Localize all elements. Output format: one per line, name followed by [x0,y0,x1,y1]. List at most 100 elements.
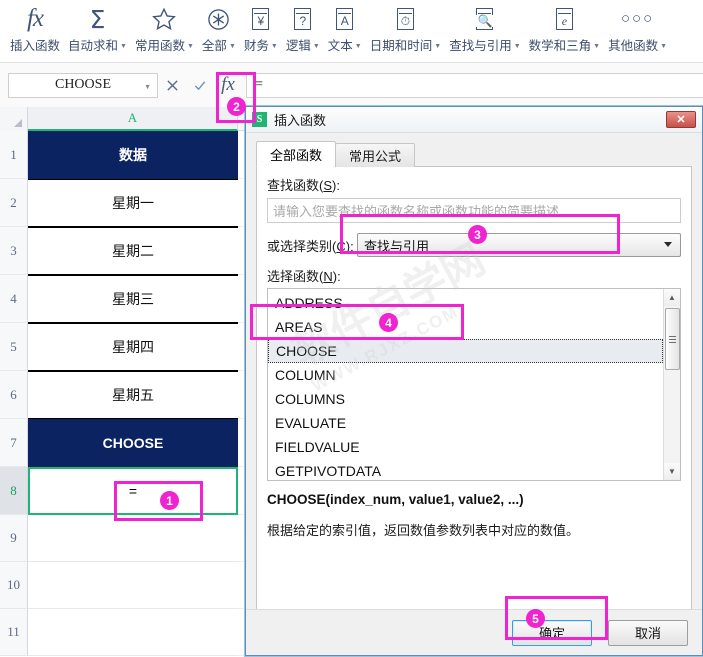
cell-A1[interactable]: 数据 [28,131,238,179]
cell-A9[interactable] [28,515,238,562]
row-header-7[interactable]: 7 [0,419,28,467]
dialog-tabs: 全部函数 常用公式 [256,141,692,167]
scroll-down-icon[interactable]: ▼ [663,463,680,480]
ribbon-label: 插入函数 [10,39,61,53]
dialog-footer: 确定 取消 [246,609,702,655]
ribbon-label: 逻辑 [285,39,311,53]
ribbon-item-all[interactable]: 全部 ▼ [198,0,240,54]
list-item-choose[interactable]: CHOOSE [268,339,663,363]
function-ribbon: fx 插入函数 Σ 自动求和 ▼ 常用函数 ▼ 全部 ▼ ¥ 财务 ▼ ? 逻辑 ▼ A … [0,0,703,62]
cell-A5[interactable]: 星期四 [28,323,238,371]
ok-button[interactable]: 确定 [512,619,592,646]
ribbon-item-text[interactable]: A 文本 ▼ [324,0,366,54]
function-syntax: CHOOSE(index_num, value1, value2, ...) [267,492,524,507]
step-badge-5: 5 [526,609,545,628]
list-item[interactable]: COLUMNS [268,387,663,411]
cell-A4[interactable]: 星期三 [28,275,238,323]
dialog-body: 全部函数 常用公式 查找函数(S): 请输入您要查找的函数名称或函数功能的简要描… [246,133,702,657]
ribbon-label: 数学和三角 [528,39,592,53]
scrollbar-thumb[interactable] [665,308,680,370]
star-icon [151,4,177,34]
yen-book-icon: ¥ [252,4,270,34]
list-item[interactable]: EVALUATE [268,411,663,435]
list-item[interactable]: GETPIVOTDATA [268,459,663,480]
row-header-2[interactable]: 2 [0,179,28,227]
list-item[interactable]: FIELDVALUE [268,435,663,459]
row-header-10[interactable]: 10 [0,562,28,609]
step-badge-4: 4 [379,313,398,332]
row-header-4[interactable]: 4 [0,275,28,323]
dialog-title-bar[interactable]: S 插入函数 ✕ [246,107,702,133]
list-item[interactable]: COLUMN [268,363,663,387]
row-header-8[interactable]: 8 [0,467,28,515]
row-header-11[interactable]: 11 [0,609,28,656]
cell-A8[interactable]: = [28,467,238,515]
ribbon-item-financial[interactable]: ¥ 财务 ▼ [240,0,282,54]
cell-A11[interactable] [28,609,238,656]
chevron-down-icon: ▼ [513,43,521,50]
row-header-1[interactable]: 1 [0,131,28,179]
close-icon[interactable]: ✕ [666,111,696,128]
chevron-down-icon[interactable]: ▼ [144,83,151,91]
row-header-6[interactable]: 6 [0,371,28,419]
function-description: 根据给定的索引值，返回数值参数列表中对应的数值。 [267,523,580,538]
formula-value: = [255,77,263,92]
search-input[interactable]: 请输入您要查找的函数名称或函数功能的简要描述... [267,198,681,223]
letter-a-book-icon: A [336,4,354,34]
sigma-icon: Σ [89,4,106,34]
list-item[interactable]: AREAS [268,315,663,339]
cancel-button[interactable]: 取消 [608,619,688,646]
ribbon-item-lookup-reference[interactable]: 🔍 查找与引用 ▼ [445,0,524,54]
chevron-down-icon: ▼ [593,43,601,50]
ribbon-item-math-trig[interactable]: e 数学和三角 ▼ [525,0,604,54]
cell-A2[interactable]: 星期一 [28,179,238,227]
name-box[interactable]: CHOOSE ▼ [8,72,158,98]
ribbon-label: 全部 [201,39,227,53]
function-list-scrollbar[interactable]: ▲ ▼ [663,289,680,480]
tab-all-functions[interactable]: 全部函数 [256,141,337,167]
cell-A10[interactable] [28,562,238,609]
select-all-corner[interactable] [0,107,28,131]
ribbon-item-more-functions[interactable]: ○○○ 其他函数 ▼ [604,0,671,54]
ribbon-item-autosum[interactable]: Σ 自动求和 ▼ [64,0,131,54]
chevron-down-icon: ▼ [270,43,278,50]
confirm-formula-button[interactable] [186,70,214,100]
scroll-up-icon[interactable]: ▲ [663,289,680,306]
chevron-down-icon: ▼ [186,43,194,50]
letter-e-book-icon: e [555,4,573,34]
cell-A6[interactable]: 星期五 [28,371,238,419]
step-badge-3: 3 [468,225,487,244]
list-item[interactable]: ADDRESS [268,291,663,315]
column-header-a[interactable]: A [28,107,238,131]
chevron-down-icon: ▼ [312,43,320,50]
ribbon-item-datetime[interactable]: ⏱ 日期和时间 ▼ [366,0,445,54]
ribbon-label: 查找与引用 [449,39,512,53]
cell-A3[interactable]: 星期二 [28,227,238,275]
insert-function-dialog: S 插入函数 ✕ 全部函数 常用公式 查找函数(S): 请输入您要查找的函数名称… [245,106,703,656]
cancel-formula-button[interactable] [158,70,186,100]
function-list-label: 选择函数(N): [267,269,341,284]
category-select[interactable]: 查找与引用 [357,233,681,257]
asterisk-circle-icon [206,4,231,34]
clock-book-icon: ⏱ [396,4,414,34]
ribbon-item-logical[interactable]: ? 逻辑 ▼ [282,0,324,54]
ribbon-item-insert-function[interactable]: fx 插入函数 [6,0,64,54]
row-header-3[interactable]: 3 [0,227,28,275]
row-header-5[interactable]: 5 [0,323,28,371]
ribbon-label: 文本 [327,39,353,53]
ribbon-label: 日期和时间 [369,39,433,53]
function-listbox[interactable]: ADDRESS AREAS CHOOSE COLUMN COLUMNS EVAL… [267,288,681,481]
ribbon-label: 财务 [243,39,269,53]
ellipsis-icon: ○○○ [620,10,655,27]
ribbon-label: 其他函数 [608,39,659,53]
chevron-down-icon: ▼ [354,43,362,50]
ribbon-label: 自动求和 [68,39,119,53]
dialog-title: 插入函数 [274,113,327,128]
tab-common-formulas[interactable]: 常用公式 [335,143,416,167]
insert-function-button[interactable]: fx [214,70,242,100]
ribbon-item-common-functions[interactable]: 常用函数 ▼ [131,0,198,54]
formula-input[interactable]: = [246,72,703,98]
name-box-value: CHOOSE [54,77,111,92]
cell-A7[interactable]: CHOOSE [28,419,238,467]
row-header-9[interactable]: 9 [0,515,28,562]
